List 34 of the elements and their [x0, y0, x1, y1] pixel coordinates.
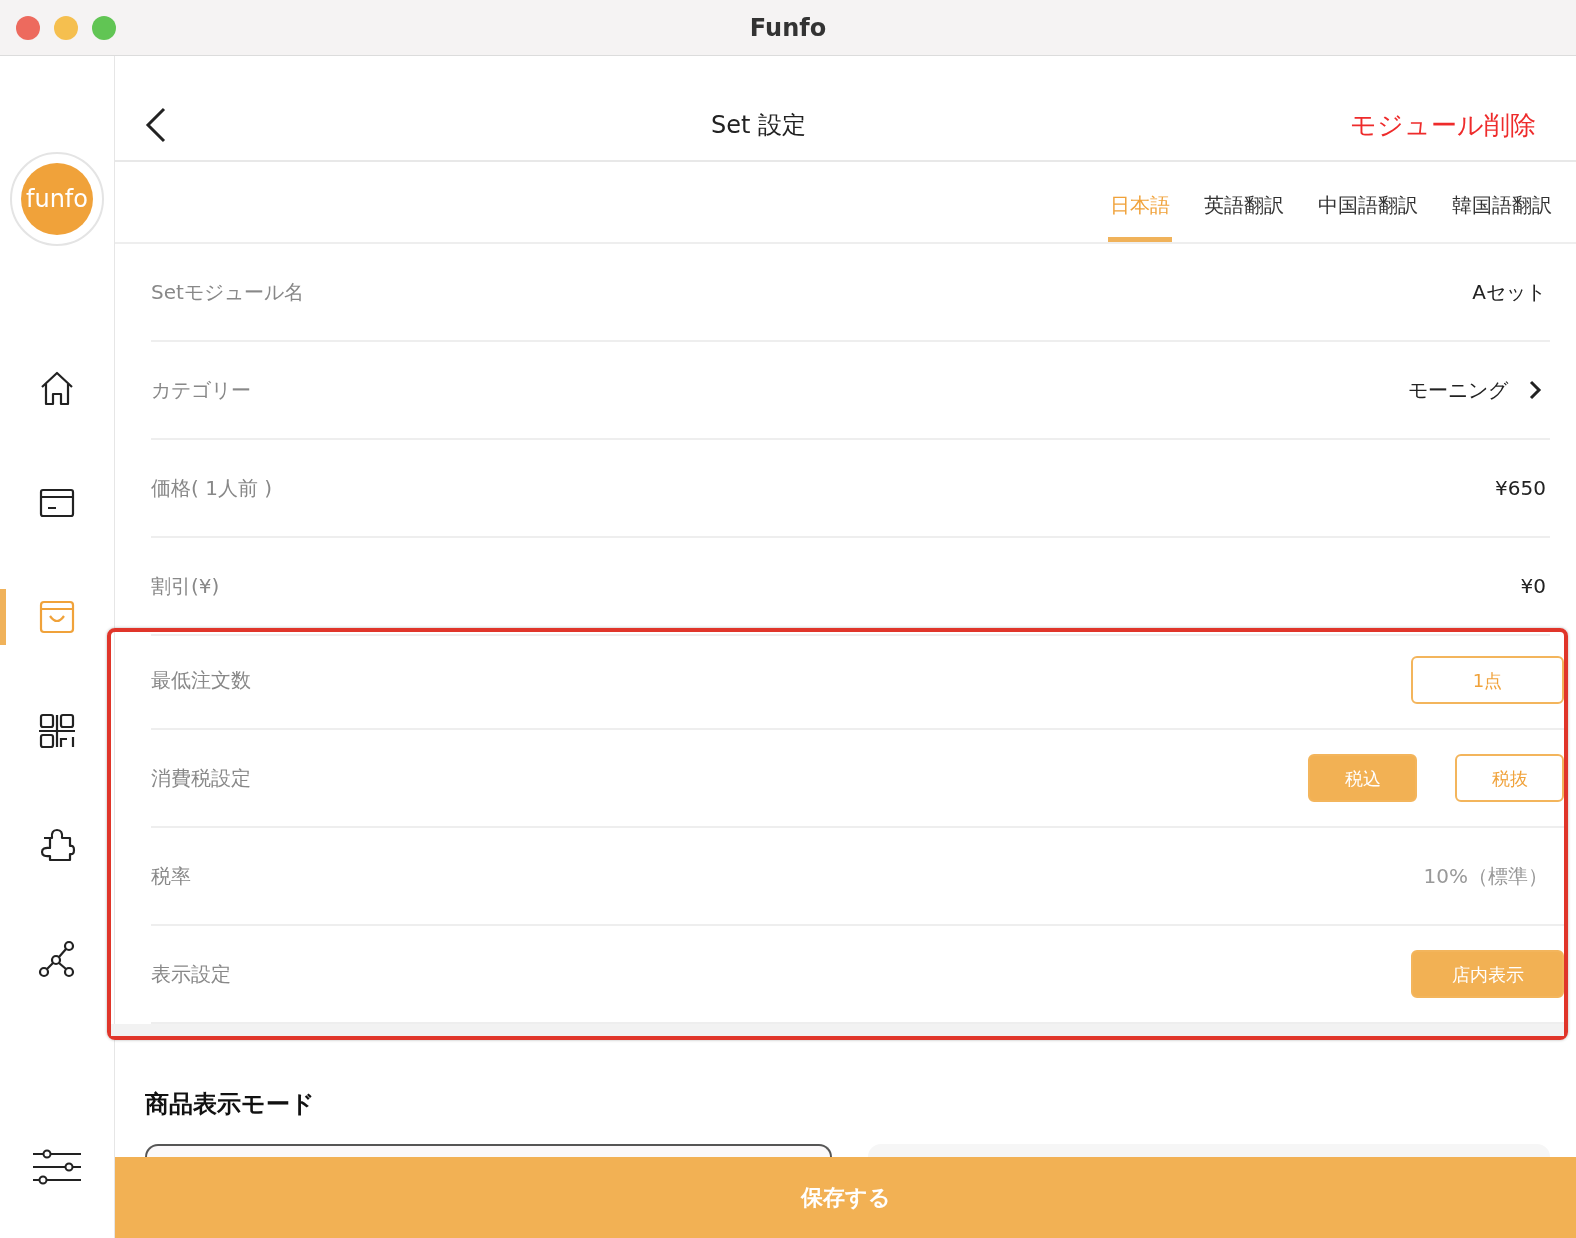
logo-text: funfo: [21, 163, 93, 235]
field-label: 価格( 1人前 ): [151, 475, 274, 502]
field-value: Aセット: [1472, 279, 1547, 306]
field-label: 最低注文数: [151, 667, 252, 694]
field-value: ¥650: [1495, 475, 1547, 502]
page-title: Set 設定: [709, 110, 807, 141]
delete-module-link[interactable]: モジュール削除: [1350, 105, 1536, 145]
language-tab[interactable]: 英語翻訳: [1198, 189, 1290, 242]
field-value: ¥0: [1520, 573, 1547, 600]
option-button[interactable]: 1点: [1411, 656, 1564, 704]
save-button[interactable]: 保存する: [115, 1157, 1576, 1238]
language-tab[interactable]: 日本語: [1104, 189, 1176, 242]
field-label: 割引(¥): [151, 573, 221, 600]
settings-icon[interactable]: [31, 1148, 83, 1186]
field-label: カテゴリー: [151, 377, 252, 404]
field-value: 10%（標準）: [1423, 863, 1549, 890]
language-tab[interactable]: 中国語翻訳: [1312, 189, 1424, 242]
field-value[interactable]: モーニング: [1408, 375, 1508, 405]
field-label: 表示設定: [151, 961, 232, 988]
section-title: 商品表示モード: [145, 1089, 316, 1120]
option-button[interactable]: 税込: [1308, 754, 1417, 802]
option-button[interactable]: 税抜: [1455, 754, 1564, 802]
network-icon[interactable]: [38, 940, 76, 978]
option-button[interactable]: 店内表示: [1411, 950, 1564, 998]
puzzle-icon[interactable]: [38, 826, 76, 864]
language-tab[interactable]: 韓国語翻訳: [1446, 189, 1558, 242]
field-label: Setモジュール名: [151, 279, 305, 306]
window-title: Funfo: [749, 12, 827, 44]
back-icon[interactable]: [145, 107, 167, 143]
chevron-right-icon[interactable]: [1528, 379, 1542, 401]
qr-code-icon[interactable]: [38, 712, 76, 750]
field-label: 税率: [151, 863, 192, 890]
close-button[interactable]: [16, 16, 40, 40]
field-label: 消費税設定: [151, 765, 252, 792]
